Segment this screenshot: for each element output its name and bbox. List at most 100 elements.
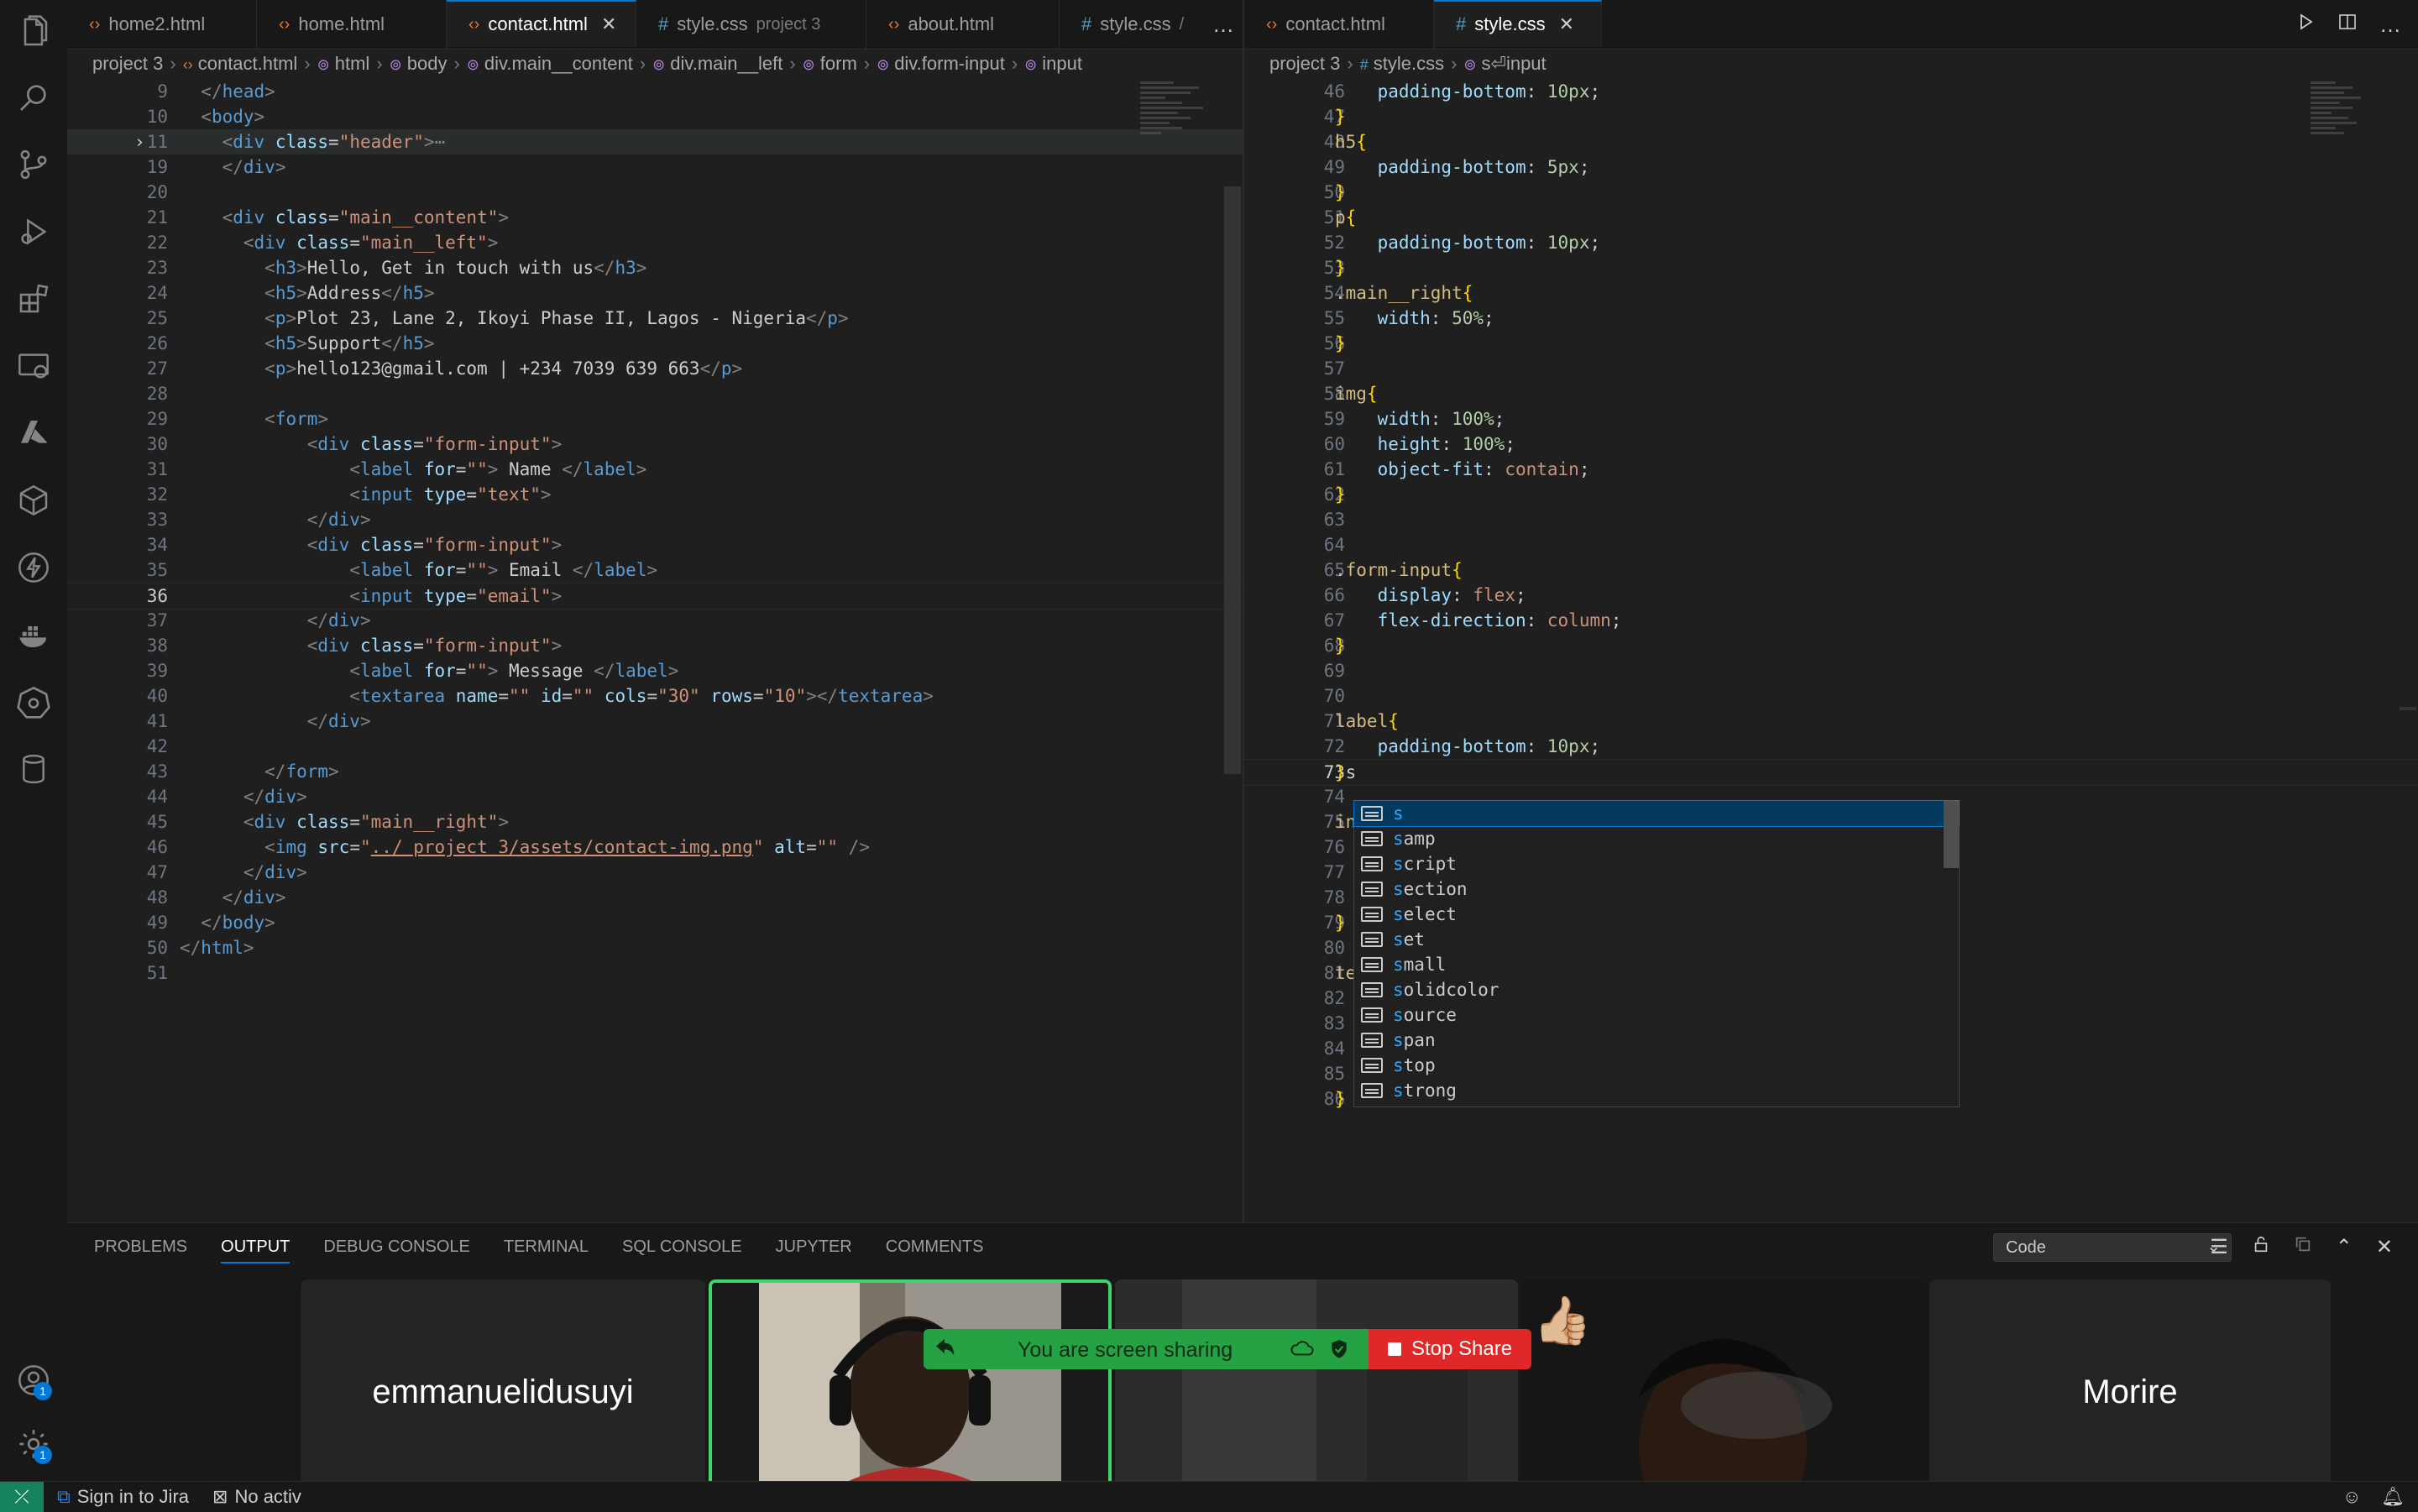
code-text: }	[1335, 258, 1346, 278]
line-number: 50	[146, 938, 168, 958]
code-text: img{	[1335, 384, 1378, 404]
source-control-icon[interactable]	[17, 148, 50, 181]
fold-chevron-icon[interactable]: ›	[134, 129, 145, 154]
tab-home-html[interactable]: ‹› home.html	[257, 0, 447, 49]
suggestion-item[interactable]: solidcolor	[1354, 977, 1959, 1002]
breadcrumb-item[interactable]: ⊚ form	[803, 53, 857, 75]
breadcrumb-item[interactable]: # style.css	[1360, 53, 1444, 75]
tab-contact-html[interactable]: ‹› contact.html ✕	[447, 0, 636, 47]
participant-tile-right[interactable]: Morire	[1929, 1279, 2331, 1504]
panel-tab-terminal[interactable]: TERMINAL	[504, 1237, 589, 1257]
explorer-icon[interactable]	[17, 15, 50, 49]
breadcrumb-item[interactable]: ‹› contact.html	[183, 53, 298, 75]
output-channel-select[interactable]: Code ⌄	[1993, 1233, 2232, 1262]
suggestion-item[interactable]: section	[1354, 876, 1959, 902]
lightning-icon[interactable]	[17, 551, 50, 584]
cube-icon[interactable]	[17, 484, 50, 517]
code-line: 33 </div>	[67, 507, 1243, 532]
remote-explorer-icon[interactable]	[17, 349, 50, 383]
run-icon[interactable]	[2295, 12, 2316, 38]
tab-style-css[interactable]: # style.css ✕	[1434, 0, 1602, 47]
panel-tab-sql-console[interactable]: SQL CONSOLE	[622, 1237, 742, 1257]
code-line: 52 padding-bottom: 10px;	[1244, 230, 2418, 255]
editor-scrollbar[interactable]	[1224, 186, 1241, 774]
breadcrumb-item[interactable]: ⊚ s⏎input	[1463, 53, 1546, 75]
code-text: <p>Plot 23, Lane 2, Ikoyi Phase II, Lago…	[264, 308, 849, 328]
suggestion-label: script	[1393, 854, 1457, 874]
tab-label: contact.html	[1285, 13, 1385, 34]
panel-tab-jupyter[interactable]: JUPYTER	[776, 1237, 852, 1257]
close-tab-icon[interactable]: ✕	[601, 13, 616, 35]
more-actions-icon[interactable]: …	[1212, 12, 1234, 38]
editor-scrollbar[interactable]	[2400, 707, 2416, 710]
autocomplete-suggest-widget[interactable]: s samp script section select set small solidcol…	[1353, 800, 1960, 1107]
kubernetes-icon[interactable]	[17, 685, 50, 719]
suggestion-item[interactable]: select	[1354, 902, 1959, 927]
minimap[interactable]	[1140, 79, 1224, 331]
tab-contact-html[interactable]: ‹› contact.html	[1244, 0, 1434, 49]
tab-home2-html[interactable]: ‹› home2.html	[67, 0, 257, 49]
breadcrumb-item[interactable]: ⊚ body	[390, 53, 447, 75]
panel-tab-comments[interactable]: COMMENTS	[886, 1237, 984, 1257]
lock-icon[interactable]	[2252, 1235, 2270, 1259]
extensions-icon[interactable]	[17, 282, 50, 316]
tab-style-css[interactable]: # style.css /	[1060, 0, 1209, 49]
split-editor-icon[interactable]	[2337, 12, 2358, 38]
suggestion-item[interactable]: stop	[1354, 1053, 1959, 1078]
database-icon[interactable]	[17, 752, 50, 786]
suggestion-item[interactable]: strong	[1354, 1078, 1959, 1103]
manage-gear-icon[interactable]: 1	[17, 1427, 52, 1464]
suggest-scrollbar[interactable]	[1944, 801, 1959, 868]
cloud-icon[interactable]	[1290, 1337, 1315, 1365]
feedback-icon[interactable]: ☺	[2342, 1486, 2361, 1508]
chevron-up-icon[interactable]: ⌃	[2336, 1235, 2353, 1259]
list-filter-icon[interactable]: ☰	[2210, 1235, 2228, 1259]
jira-item[interactable]: ⧉ Sign in to Jira	[57, 1486, 189, 1508]
breadcrumb-item[interactable]: ⊚ html	[317, 53, 370, 75]
breadcrumb-item[interactable]: ⊚ div.form-input	[877, 53, 1005, 75]
html-editor[interactable]: 9 </head> 10 <body> 11 › <div class="header…	[67, 79, 1243, 1222]
drag-arrow-icon[interactable]	[932, 1336, 957, 1367]
more-actions-icon[interactable]: …	[2379, 12, 2401, 38]
tab-style-css[interactable]: # style.css project 3	[636, 0, 866, 49]
azure-icon[interactable]	[17, 416, 50, 450]
code-line: 46 padding-bottom: 10px;	[1244, 79, 2418, 104]
stop-share-button[interactable]: Stop Share	[1369, 1329, 1531, 1369]
breadcrumb-item[interactable]: ⊚ input	[1024, 53, 1082, 75]
docker-icon[interactable]	[17, 618, 50, 651]
suggestion-item[interactable]: span	[1354, 1028, 1959, 1053]
tab-label: home2.html	[108, 13, 206, 34]
shield-icon[interactable]	[1328, 1337, 1350, 1367]
code-text: display: flex;	[1377, 585, 1526, 605]
line-number: 78	[1323, 887, 1345, 908]
run-debug-icon[interactable]	[17, 215, 50, 249]
search-icon[interactable]	[17, 81, 50, 114]
suggestion-item[interactable]: small	[1354, 952, 1959, 977]
participant-video-dim[interactable]	[1115, 1279, 1518, 1504]
breadcrumb-item[interactable]: ⊚ div.main__left	[652, 53, 782, 75]
activity-item[interactable]: ⊠ No activ	[212, 1486, 301, 1508]
close-tab-icon[interactable]: ✕	[1559, 13, 1574, 35]
panel-tab-debug-console[interactable]: DEBUG CONSOLE	[323, 1237, 469, 1257]
screen-share-status[interactable]: You are screen sharing	[924, 1329, 1369, 1369]
panel-tab-problems[interactable]: PROBLEMS	[94, 1237, 187, 1257]
participant-video-active[interactable]	[709, 1279, 1112, 1504]
tab-about-html[interactable]: ‹› about.html	[866, 0, 1060, 49]
suggestion-item[interactable]: s	[1353, 800, 1960, 827]
breadcrumb-item[interactable]: ⊚ div.main__content	[467, 53, 633, 75]
minimap[interactable]	[2311, 79, 2394, 331]
breadcrumb-item[interactable]: project 3	[1269, 53, 1340, 75]
suggestion-label: samp	[1393, 829, 1436, 849]
accounts-icon[interactable]: 1	[17, 1363, 52, 1400]
breadcrumb-item[interactable]: project 3	[92, 53, 163, 75]
participant-tile-left[interactable]: emmanuelidusuyi	[301, 1279, 705, 1504]
suggestion-item[interactable]: samp	[1354, 826, 1959, 851]
remote-indicator-icon[interactable]: ⤫	[0, 1482, 44, 1512]
suggestion-item[interactable]: script	[1354, 851, 1959, 876]
panel-tab-output[interactable]: OUTPUT	[221, 1237, 290, 1263]
notifications-icon[interactable]: 🔔︎	[2381, 1486, 2405, 1508]
suggestion-item[interactable]: set	[1354, 927, 1959, 952]
close-panel-icon[interactable]: ✕	[2376, 1235, 2393, 1259]
copy-icon[interactable]	[2294, 1235, 2312, 1259]
suggestion-item[interactable]: source	[1354, 1002, 1959, 1028]
